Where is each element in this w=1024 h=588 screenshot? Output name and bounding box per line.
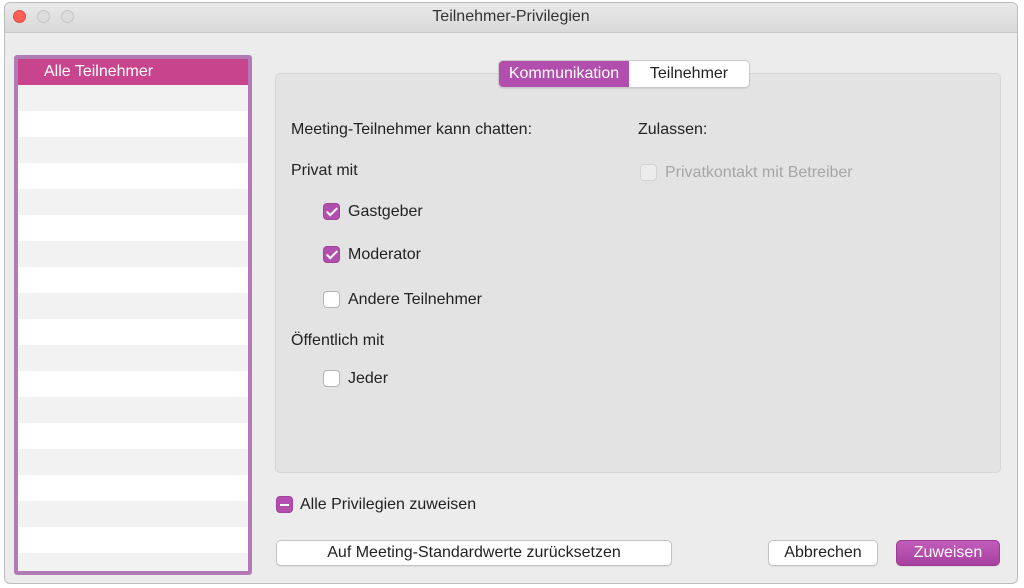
assign-all-label[interactable]: Alle Privilegien zuweisen xyxy=(300,496,476,514)
title-bar: Teilnehmer-Privilegien xyxy=(5,3,1017,33)
participant-list-row xyxy=(18,111,248,137)
assign-button[interactable]: Zuweisen xyxy=(896,540,1000,566)
tab-teilnehmer[interactable]: Teilnehmer xyxy=(629,61,749,87)
assign-all-checkbox[interactable] xyxy=(276,496,293,513)
participant-list-row xyxy=(18,423,248,449)
allow-heading: Zulassen: xyxy=(638,121,708,138)
public-heading: Öffentlich mit xyxy=(291,332,385,349)
participant-list-row xyxy=(18,163,248,189)
moderator-checkbox[interactable] xyxy=(323,246,340,263)
tab-kommunikation[interactable]: Kommunikation xyxy=(499,61,629,87)
tab-bar: Kommunikation Teilnehmer xyxy=(498,60,750,88)
participant-list-row xyxy=(18,267,248,293)
participant-list-row xyxy=(18,501,248,527)
participant-list-row xyxy=(18,85,248,111)
moderator-label[interactable]: Moderator xyxy=(348,246,421,264)
participant-list-row xyxy=(18,397,248,423)
participant-list-row xyxy=(18,449,248,475)
cancel-button[interactable]: Abbrechen xyxy=(768,540,878,566)
andere-teilnehmer-checkbox[interactable] xyxy=(323,291,340,308)
gastgeber-checkbox[interactable] xyxy=(323,203,340,220)
participant-list-row xyxy=(18,371,248,397)
participant-list-row xyxy=(18,241,248,267)
participant-list-row xyxy=(18,475,248,501)
participant-list-row xyxy=(18,527,248,553)
privatkontakt-label: Privatkontakt mit Betreiber xyxy=(665,164,853,181)
jeder-checkbox[interactable] xyxy=(323,370,340,387)
private-heading: Privat mit xyxy=(291,162,358,179)
participant-list[interactable]: Alle Teilnehmer xyxy=(14,55,252,575)
privatkontakt-checkbox xyxy=(640,164,657,181)
window-title: Teilnehmer-Privilegien xyxy=(432,8,590,25)
participant-list-row xyxy=(18,319,248,345)
participant-list-row xyxy=(18,189,248,215)
participant-list-row xyxy=(18,345,248,371)
participant-list-row xyxy=(18,137,248,163)
participant-list-row xyxy=(18,293,248,319)
jeder-label[interactable]: Jeder xyxy=(348,370,388,388)
participant-list-item-all[interactable]: Alle Teilnehmer xyxy=(18,59,248,85)
dialog-window: Teilnehmer-Privilegien Alle Teilnehmer K… xyxy=(4,2,1018,584)
participant-list-row xyxy=(18,553,248,571)
reset-defaults-button[interactable]: Auf Meeting-Standardwerte zurücksetzen xyxy=(276,540,672,566)
participant-list-row xyxy=(18,215,248,241)
andere-teilnehmer-label[interactable]: Andere Teilnehmer xyxy=(348,291,482,309)
gastgeber-label[interactable]: Gastgeber xyxy=(348,203,423,221)
chat-heading: Meeting-Teilnehmer kann chatten: xyxy=(291,121,533,138)
